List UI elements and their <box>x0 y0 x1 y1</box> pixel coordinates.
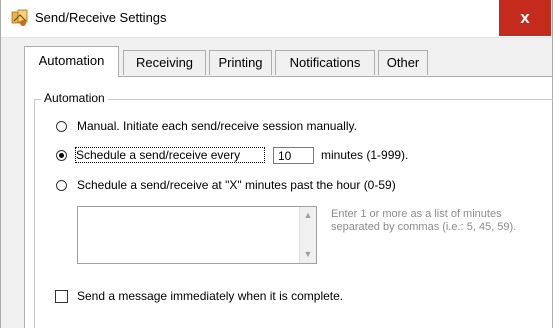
title-bar[interactable]: Send/Receive Settings x <box>1 0 552 38</box>
chevron-up-icon[interactable]: ▲ <box>300 207 316 224</box>
tab-notifications[interactable]: Notifications <box>275 50 375 75</box>
radio-schedule-every-label[interactable]: Schedule a send/receive every <box>75 147 265 163</box>
tab-automation[interactable]: Automation <box>24 46 119 77</box>
close-button[interactable]: x <box>499 0 551 36</box>
send-immediately-checkbox[interactable] <box>55 290 68 303</box>
window-title: Send/Receive Settings <box>35 10 167 25</box>
radio-schedule-past-hour-label[interactable]: Schedule a send/receive at "X" minutes p… <box>77 178 396 192</box>
radio-schedule-past-hour[interactable] <box>56 180 67 191</box>
minutes-range-label: minutes (1-999). <box>321 148 409 162</box>
tab-label: Receiving <box>135 55 194 70</box>
tab-label: Other <box>386 55 420 70</box>
tab-label: Notifications <box>289 55 361 70</box>
radio-schedule-every[interactable] <box>56 150 67 161</box>
scrollbar[interactable]: ▲ ▼ <box>299 207 316 263</box>
tab-printing[interactable]: Printing <box>209 50 272 75</box>
send-immediately-label[interactable]: Send a message immediately when it is co… <box>77 289 343 303</box>
tab-label: Printing <box>218 55 263 70</box>
radio-manual[interactable] <box>56 121 67 132</box>
radio-selected-dot <box>59 153 64 158</box>
minutes-hint-text: Enter 1 or more as a list of minutes sep… <box>331 208 517 233</box>
tab-other[interactable]: Other <box>378 50 428 75</box>
dialog-window: Send/Receive Settings x Automation Recei… <box>0 0 553 328</box>
minutes-list-box[interactable]: ▲ ▼ <box>77 206 317 264</box>
tab-receiving[interactable]: Receiving <box>123 50 206 75</box>
chevron-down-icon[interactable]: ▼ <box>300 246 316 263</box>
app-icon <box>11 9 28 26</box>
radio-manual-label[interactable]: Manual. Initiate each send/receive sessi… <box>77 119 357 133</box>
group-legend: Automation <box>41 91 108 105</box>
tab-label: Automation <box>38 53 105 68</box>
close-icon: x <box>520 8 530 27</box>
minutes-interval-input[interactable] <box>273 147 314 164</box>
